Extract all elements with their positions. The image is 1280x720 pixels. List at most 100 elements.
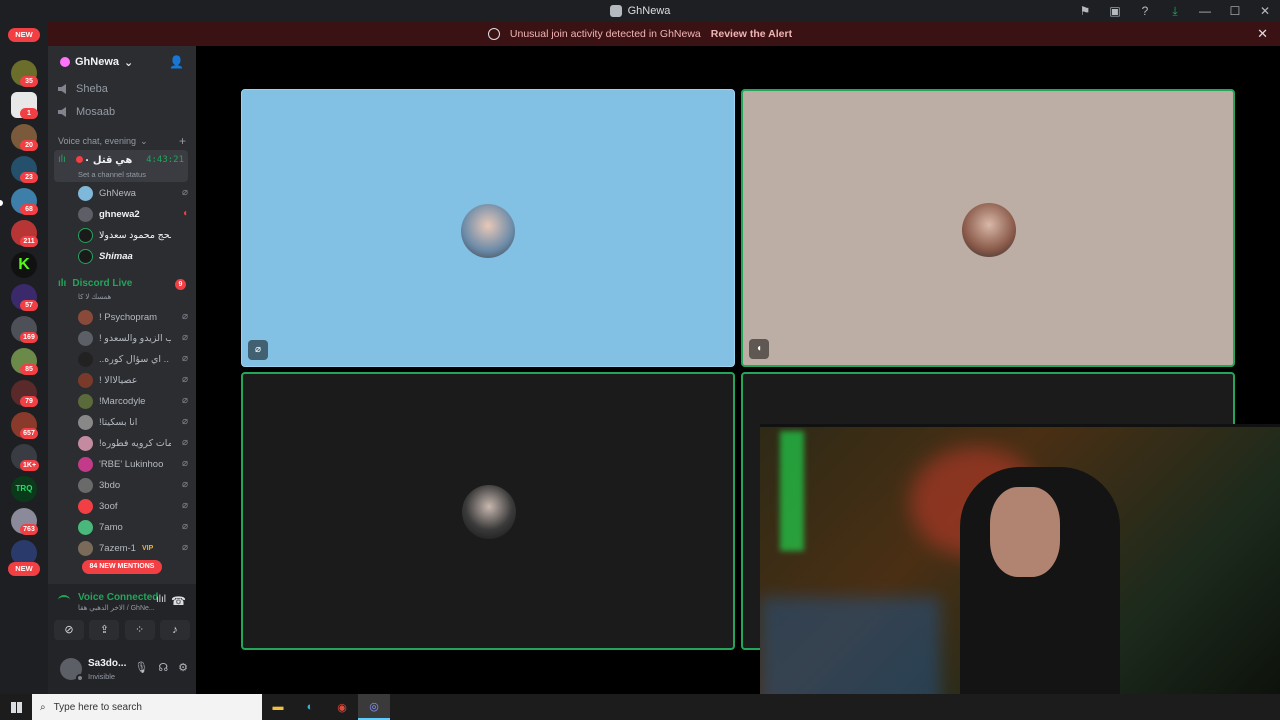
voice-member[interactable]: الحج محمود سعدولا — [78, 226, 188, 245]
avatar — [461, 204, 515, 258]
new-pill-bottom[interactable]: NEW — [8, 562, 40, 576]
channel-mosaab[interactable]: Mosaab — [58, 103, 115, 121]
alert-message: Unusual join activity detected in GhNewa — [509, 28, 701, 40]
voice-status[interactable]: Voice Connected — [78, 592, 158, 603]
edge-icon[interactable]: ◐ — [294, 694, 326, 720]
avatar — [78, 249, 93, 264]
voice-member[interactable]: GhNewa ⌀ — [78, 184, 188, 203]
mention-badge: 657 — [20, 428, 38, 439]
member-name: ghnewa2 — [99, 209, 140, 220]
mention-badge: 35 — [20, 76, 38, 87]
voice-member[interactable]: ..اي سؤال كوره .. ⌀ — [78, 350, 188, 369]
voice-member[interactable]: 7amo ⌀ — [78, 518, 188, 537]
new-pill-top[interactable]: NEW — [8, 28, 40, 42]
voice-duration: 4:43:21 — [146, 155, 184, 165]
member-name: !انا بسكيتا — [99, 417, 138, 428]
minimize-button[interactable]: — — [1190, 4, 1220, 18]
soundboard-icon[interactable]: ♪ — [159, 620, 190, 640]
server-list: NEW 35 1 20 23 68 211 K 57 169 85 79 657… — [0, 22, 48, 694]
camera-off-icon[interactable]: ⊘ — [54, 620, 84, 640]
mic-muted-icon: ⌀ — [181, 521, 188, 532]
avatar — [78, 207, 93, 222]
taskbar-search[interactable]: ⌕ Type here to search — [32, 694, 262, 720]
voice-member[interactable]: ghnewa2 ◖ — [78, 205, 188, 224]
server-icon[interactable]: TRQ — [11, 476, 37, 502]
screen-icon[interactable]: ▣ — [1100, 4, 1130, 18]
channel-status[interactable]: Set a channel status — [78, 170, 146, 179]
speaker-icon — [58, 107, 66, 117]
window-title: GhNewa — [627, 5, 671, 17]
mention-badge: 1 — [20, 108, 38, 119]
gear-icon[interactable]: ⚙ — [178, 661, 188, 674]
user-name[interactable]: Sa3do... — [88, 658, 126, 669]
mic-muted-icon: ⌀ — [181, 437, 188, 448]
vip-badge: VIP — [141, 545, 154, 552]
category-voice-chat[interactable]: Voice chat, evening ⌄ + — [58, 134, 186, 148]
window-controls: ⚑ ▣ ? ⤓ — ☐ ✕ — [1070, 0, 1280, 22]
voice-member[interactable]: ! عصيالاالا ⌀ — [78, 371, 188, 390]
new-mentions-pill[interactable]: 84 NEW MENTIONS — [82, 560, 162, 574]
voice-member[interactable]: 3bdo ⌀ — [78, 476, 188, 495]
live-channel[interactable]: ılı Discord Live 9 — [58, 278, 188, 292]
participant-tile[interactable]: ◖ — [741, 89, 1235, 367]
add-member-icon[interactable]: 👤 — [169, 55, 184, 69]
mention-badge: 211 — [20, 236, 38, 247]
voice-member[interactable]: 3oof ⌀ — [78, 497, 188, 516]
chrome-icon[interactable]: ◉ — [326, 694, 358, 720]
voice-member[interactable]: 7azem-1 VIP ⌀ — [78, 539, 188, 558]
close-icon[interactable]: ✕ — [1257, 26, 1268, 42]
headphones-icon[interactable]: ☊ — [158, 661, 168, 674]
disconnect-icon[interactable]: ☎ — [171, 594, 186, 608]
mic-muted-icon: ⌀ — [181, 500, 188, 511]
channel-sheba[interactable]: Sheba — [58, 80, 108, 98]
voice-member[interactable]: Shimaa — [78, 247, 188, 266]
mention-badge: 85 — [20, 364, 38, 375]
chevron-down-icon: ⌄ — [140, 136, 148, 146]
avatar — [78, 520, 93, 535]
server-header[interactable]: GhNewa ⌄ 👤 — [48, 46, 196, 78]
voice-member[interactable]: !انا بسكيتا ⌀ — [78, 413, 188, 432]
mic-muted-icon: ⌀ — [181, 332, 188, 343]
participant-tile[interactable] — [241, 372, 735, 650]
active-voice-channel[interactable]: ılı هي قتل ٠ 4:43:21 Set a channel statu… — [54, 150, 188, 182]
participant-tile[interactable]: ⌀ — [241, 89, 735, 367]
window-titlebar: GhNewa ⚑ ▣ ? ⤓ — ☐ ✕ — [0, 0, 1280, 22]
signal-icon[interactable] — [58, 595, 70, 605]
maximize-button[interactable]: ☐ — [1220, 4, 1250, 18]
alert-banner: Unusual join activity detected in GhNewa… — [0, 22, 1280, 46]
discord-taskbar-icon[interactable]: ◎ — [358, 694, 390, 720]
screen-share-icon[interactable]: ⇪ — [89, 620, 120, 640]
voice-member[interactable]: 'RBE' Lukinhoo ⌀ — [78, 455, 188, 474]
microphone-icon[interactable]: 🎙 — [134, 661, 148, 674]
inbox-icon[interactable]: ⚑ — [1070, 4, 1100, 18]
windows-start-icon[interactable] — [0, 694, 32, 720]
add-channel-icon[interactable]: + — [179, 134, 186, 148]
voice-channel-name: هي قتل ٠ — [84, 155, 133, 166]
mic-muted-icon: ⌀ — [181, 353, 188, 364]
member-name: !اومات كرويه فطوره — [99, 438, 171, 449]
avatar — [78, 499, 93, 514]
kick-server-icon[interactable]: K — [11, 252, 37, 278]
face — [990, 487, 1060, 577]
avatar — [962, 203, 1016, 257]
file-explorer-icon[interactable]: ▬ — [262, 694, 294, 720]
voice-member[interactable]: !اومات كرويه فطوره ⌀ — [78, 434, 188, 453]
mic-muted-icon: ⌀ — [181, 479, 188, 490]
activities-icon[interactable]: ⁘ — [124, 620, 155, 640]
avatar — [78, 415, 93, 430]
member-name: 3oof — [99, 501, 118, 512]
voice-channel-path[interactable]: الاخر الدهبي هقا / GhNe... — [78, 604, 155, 612]
voice-member[interactable]: ! Psychopram ⌀ — [78, 308, 188, 327]
user-status: Invisible — [88, 672, 116, 681]
neon-sign — [780, 431, 804, 551]
voice-member[interactable]: !Marcodyle ⌀ — [78, 392, 188, 411]
mention-badge: 20 — [20, 140, 38, 151]
download-icon[interactable]: ⤓ — [1160, 4, 1190, 19]
member-name: ! بحب الزيدو والسعدو — [99, 333, 171, 344]
avatar — [78, 186, 93, 201]
noise-suppression-icon[interactable]: ılıl — [156, 594, 166, 605]
review-alert-link[interactable]: Review the Alert — [711, 28, 792, 40]
close-window-button[interactable]: ✕ — [1250, 4, 1280, 18]
voice-member[interactable]: ! بحب الزيدو والسعدو ⌀ — [78, 329, 188, 348]
help-icon[interactable]: ? — [1130, 4, 1160, 18]
